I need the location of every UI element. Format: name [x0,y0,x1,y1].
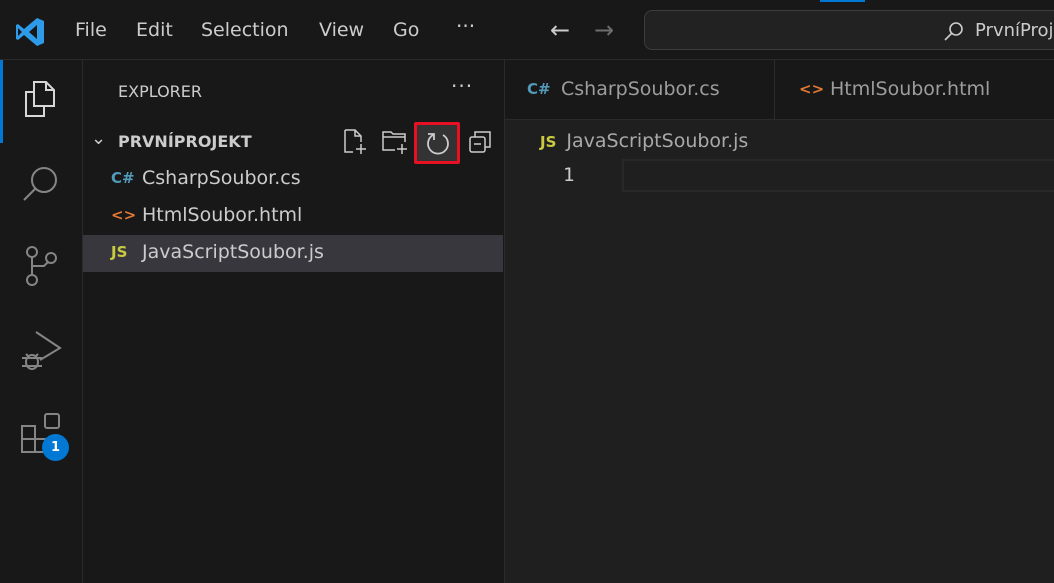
html-file-icon: <> [799,80,825,98]
breadcrumb[interactable]: JS JavaScriptSoubor.js [540,130,748,152]
menu-more-button[interactable]: ··· [456,14,475,38]
collapse-all-icon[interactable] [466,128,494,156]
project-folder-header[interactable]: ⌄ PRVNÍPROJEKT [83,122,505,164]
active-indicator [0,60,3,143]
search-icon [944,22,963,41]
menu-file[interactable]: File [75,19,107,41]
search-icon[interactable] [18,160,64,206]
extensions-badge: 1 [42,434,69,461]
new-folder-icon[interactable] [381,128,409,156]
new-file-icon[interactable] [341,128,369,156]
file-name: HtmlSoubor.html [142,204,303,226]
menu-view[interactable]: View [319,19,364,41]
menu-edit[interactable]: Edit [136,19,173,41]
forward-arrow-icon[interactable]: → [594,16,614,44]
refresh-icon [427,133,449,155]
javascript-file-icon: JS [111,243,128,261]
explorer-more-button[interactable]: ··· [451,74,473,98]
menu-go[interactable]: Go [393,19,419,41]
file-name: CsharpSoubor.cs [142,167,301,189]
tab-label: HtmlSoubor.html [830,78,991,100]
tab-csharp[interactable]: C# CsharpSoubor.cs [505,60,775,120]
search-text: PrvníProj [975,20,1054,41]
current-line-highlight[interactable] [622,159,1054,192]
chevron-down-icon[interactable]: ⌄ [91,128,106,149]
run-debug-icon[interactable] [18,328,64,374]
back-arrow-icon[interactable]: ← [550,16,570,44]
explorer-sidebar: EXPLORER ··· ⌄ PRVNÍPROJEKT C# CsharpSou… [83,60,505,583]
html-file-icon: <> [111,206,137,224]
title-bar: File Edit Selection View Go ··· ← → Prvn… [0,0,1054,60]
tab-label: CsharpSoubor.cs [561,78,720,100]
vscode-logo-icon [16,18,44,46]
tab-html[interactable]: <> HtmlSoubor.html [775,60,1054,120]
menu-selection[interactable]: Selection [201,19,289,41]
project-name: PRVNÍPROJEKT [118,132,252,151]
file-item-javascript[interactable]: JS JavaScriptSoubor.js [83,235,503,272]
explorer-icon[interactable] [18,76,64,122]
file-item-csharp[interactable]: C# CsharpSoubor.cs [83,161,503,198]
command-center-search[interactable]: PrvníProj [644,10,1054,50]
line-number: 1 [563,164,575,186]
explorer-title: EXPLORER [118,82,202,101]
source-control-icon[interactable] [18,243,64,289]
editor-tabs: C# CsharpSoubor.cs <> HtmlSoubor.html [505,60,1054,120]
csharp-file-icon: C# [527,80,551,98]
javascript-file-icon: JS [540,133,557,151]
file-item-html[interactable]: <> HtmlSoubor.html [83,198,503,235]
csharp-file-icon: C# [111,169,135,187]
accent-line [820,0,865,2]
file-name: JavaScriptSoubor.js [142,241,324,263]
activity-bar [0,60,83,583]
breadcrumb-file[interactable]: JavaScriptSoubor.js [566,130,748,152]
refresh-explorer-button[interactable] [414,122,460,164]
